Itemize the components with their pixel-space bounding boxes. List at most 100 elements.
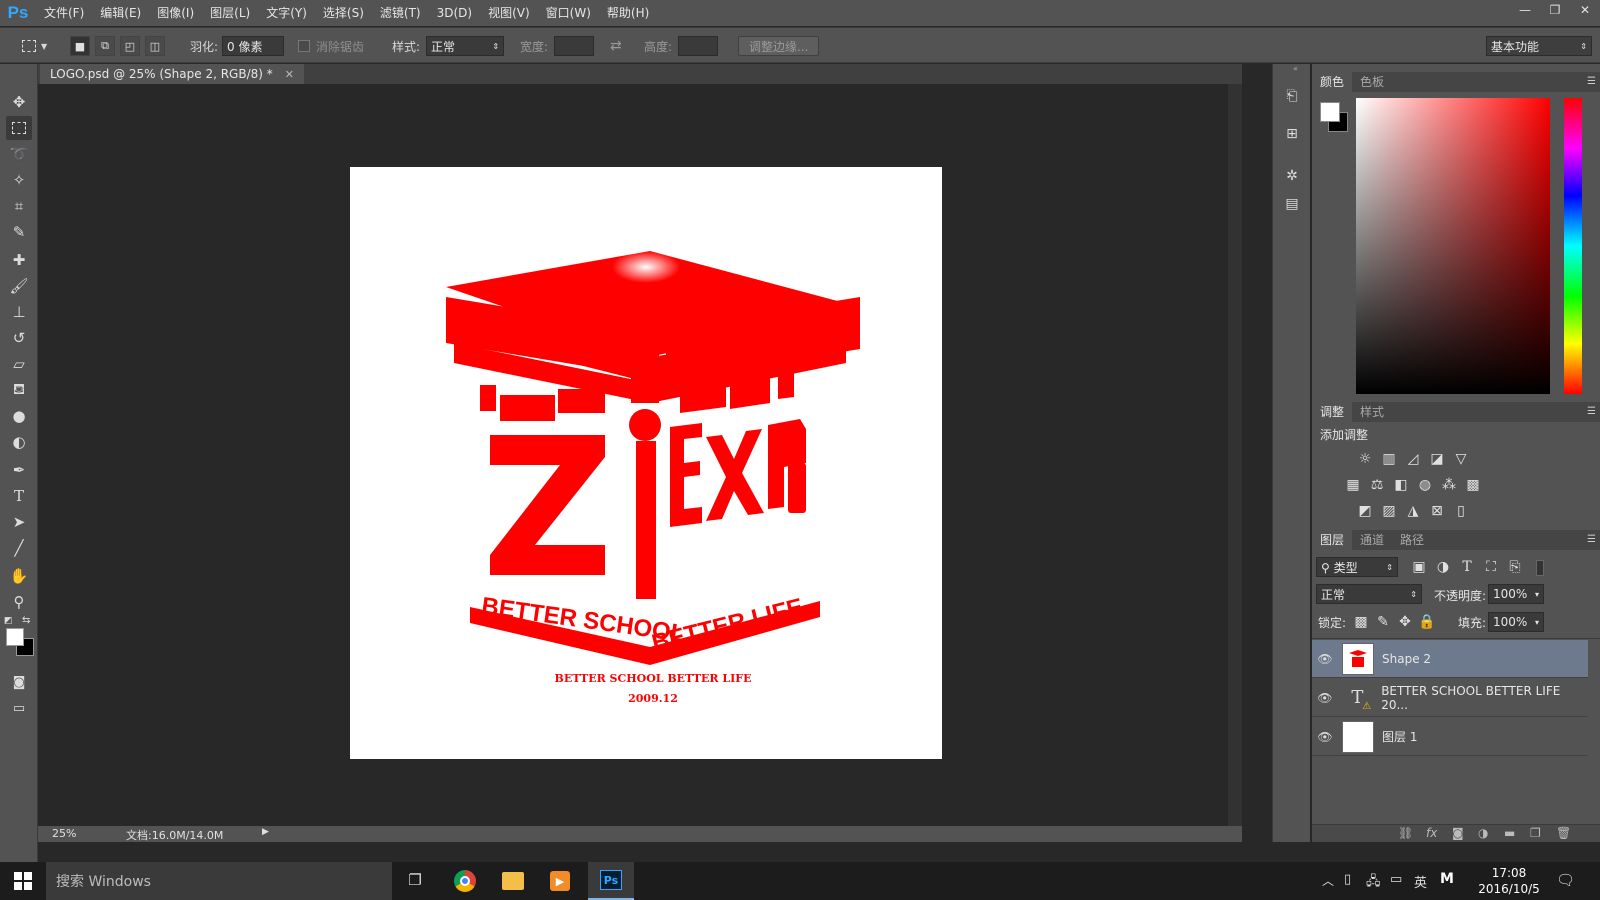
layer-filter-select[interactable]: ⚲ 类型 ⇕ (1316, 557, 1398, 577)
vertical-scrollbar[interactable] (1228, 84, 1242, 826)
line-tool-icon[interactable]: ╱ (6, 536, 32, 560)
screen-mode-icon[interactable]: ▭ (6, 696, 32, 720)
history-brush-tool-icon[interactable]: ↺ (6, 326, 32, 350)
paint-bucket-tool-icon[interactable]: ⛾ (6, 378, 32, 402)
menu-window[interactable]: 窗口(W) (538, 0, 599, 26)
panel-menu-icon[interactable]: ☰ (1587, 72, 1596, 92)
add-selection-icon[interactable]: ⧉ (95, 36, 115, 56)
new-group-icon[interactable]: ▬ (1504, 826, 1515, 840)
curves-icon[interactable]: ◿ (1404, 450, 1422, 468)
brush-tool-icon[interactable]: 🖌 (6, 274, 32, 298)
notification-icon[interactable]: 🗨 (1556, 871, 1575, 889)
gradient-map-icon[interactable]: ▯ (1452, 502, 1470, 520)
clone-stamp-tool-icon[interactable]: ⊥ (6, 300, 32, 324)
style-select[interactable]: 正常 ⇕ (426, 36, 505, 56)
new-layer-icon[interactable]: ❐ (1530, 826, 1541, 840)
fx-icon[interactable]: fx (1426, 826, 1437, 840)
vibrance-icon[interactable]: ▽ (1452, 450, 1470, 468)
color-fg-swatch[interactable] (1320, 102, 1340, 122)
eye-icon[interactable]: 👁 (1312, 691, 1338, 705)
menu-view[interactable]: 视图(V) (480, 0, 538, 26)
document-tab[interactable]: LOGO.psd @ 25% (Shape 2, RGB/8) * ✕ (40, 64, 304, 84)
panel-menu-icon[interactable]: ☰ (1587, 402, 1596, 422)
channel-mixer-icon[interactable]: ⁂ (1440, 476, 1458, 494)
close-button[interactable]: ✕ (1570, 0, 1600, 20)
eraser-tool-icon[interactable]: ▱ (6, 352, 32, 376)
invert-icon[interactable]: ◩ (1356, 502, 1374, 520)
crop-tool-icon[interactable]: ⌗ (6, 194, 32, 218)
blend-mode-select[interactable]: 正常 ⇕ (1316, 584, 1422, 604)
type-tool-icon[interactable]: T (6, 484, 32, 508)
feather-input[interactable]: 0 像素 (222, 36, 285, 56)
collapse-icon[interactable]: « (1293, 64, 1298, 73)
marquee-tool-icon[interactable] (6, 116, 32, 140)
tab-layers[interactable]: 图层 (1312, 530, 1353, 550)
battery-icon[interactable]: ▭ (1390, 872, 1402, 887)
color-balance-icon[interactable]: ⚖ (1368, 476, 1386, 494)
panel-menu-icon[interactable]: ☰ (1587, 530, 1596, 550)
move-tool-icon[interactable]: ✥ (6, 90, 32, 114)
filter-pixel-icon[interactable]: ▣ (1410, 558, 1428, 576)
ime-mode[interactable]: M (1440, 871, 1454, 887)
windows-start-icon[interactable] (14, 872, 32, 890)
chrome-icon[interactable] (454, 870, 476, 892)
swap-icon[interactable]: ⇄ (610, 36, 622, 56)
zoom-level[interactable]: 25% (52, 827, 76, 840)
status-arrow-icon[interactable]: ▶ (262, 827, 269, 837)
lock-all-icon[interactable]: 🔒 (1418, 613, 1436, 631)
lasso-tool-icon[interactable]: ➰ (6, 142, 32, 166)
hand-tool-icon[interactable]: ✋ (6, 564, 32, 588)
posterize-icon[interactable]: ▨ (1380, 502, 1398, 520)
default-colors-icon[interactable]: ◩ (4, 616, 13, 626)
blur-tool-icon[interactable]: ● (6, 404, 32, 428)
tab-swatches[interactable]: 色板 (1352, 72, 1392, 92)
restore-button[interactable]: ❐ (1540, 0, 1570, 20)
new-selection-icon[interactable]: ■ (70, 36, 90, 56)
clock[interactable]: 17:08 2016/10/5 (1474, 865, 1544, 897)
menu-3d[interactable]: 3D(D) (429, 0, 480, 26)
width-input[interactable] (554, 36, 595, 56)
tab-color[interactable]: 颜色 (1312, 72, 1353, 92)
filter-adjustment-icon[interactable]: ◑ (1434, 558, 1452, 576)
menu-help[interactable]: 帮助(H) (599, 0, 657, 26)
ime-language[interactable]: 英 (1414, 872, 1427, 891)
menu-file[interactable]: 文件(F) (36, 0, 92, 26)
navigator-panel-icon[interactable]: ✲ (1279, 164, 1305, 188)
tab-paths[interactable]: 路径 (1392, 530, 1432, 550)
menu-type[interactable]: 文字(Y) (258, 0, 315, 26)
menu-edit[interactable]: 编辑(E) (92, 0, 149, 26)
menu-select[interactable]: 选择(S) (315, 0, 372, 26)
layer-row-text[interactable]: 👁 T ⚠ BETTER SCHOOL BETTER LIFE 20... (1312, 679, 1588, 717)
eye-icon[interactable]: 👁 (1312, 652, 1338, 666)
add-mask-icon[interactable]: ◙ (1452, 826, 1464, 840)
intersect-selection-icon[interactable]: ◫ (145, 36, 165, 56)
taskbar-photoshop[interactable]: Ps (588, 862, 634, 900)
pen-tool-icon[interactable]: ✒ (6, 458, 32, 482)
threshold-icon[interactable]: ◮ (1404, 502, 1422, 520)
dodge-tool-icon[interactable]: ◐ (6, 430, 32, 454)
lock-transparent-icon[interactable]: ▩ (1352, 613, 1370, 631)
file-explorer-icon[interactable] (502, 872, 524, 890)
selective-color-icon[interactable]: ⊠ (1428, 502, 1446, 520)
new-adjustment-icon[interactable]: ◑ (1478, 826, 1488, 840)
zoom-tool-icon[interactable]: ⚲ (6, 590, 32, 614)
magic-wand-tool-icon[interactable]: ✧ (6, 168, 32, 192)
trash-icon[interactable]: 🗑 (1556, 826, 1571, 840)
search-box[interactable]: 搜索 Windows (46, 862, 392, 900)
media-player-icon[interactable]: ▶ (550, 871, 570, 891)
task-view-icon[interactable]: ❐ (404, 871, 426, 891)
link-layers-icon[interactable]: ⛓ (1398, 826, 1413, 840)
properties-panel-icon[interactable]: ⊞ (1279, 122, 1305, 146)
exposure-icon[interactable]: ◪ (1428, 450, 1446, 468)
subtract-selection-icon[interactable]: ◰ (120, 36, 140, 56)
marquee-preset-picker[interactable]: ▼ (22, 36, 47, 56)
filter-shape-icon[interactable]: ⛶ (1482, 558, 1500, 576)
healing-brush-tool-icon[interactable]: ✚ (6, 248, 32, 272)
filter-smart-object-icon[interactable]: ⎘ (1506, 558, 1524, 576)
lock-image-icon[interactable]: ✎ (1374, 613, 1392, 631)
minimize-button[interactable]: — (1510, 0, 1540, 20)
color-lookup-icon[interactable]: ▩ (1464, 476, 1482, 494)
fill-input[interactable]: 100% ▾ (1488, 612, 1544, 632)
levels-icon[interactable]: ▥ (1380, 450, 1398, 468)
filter-toggle[interactable] (1536, 560, 1544, 576)
